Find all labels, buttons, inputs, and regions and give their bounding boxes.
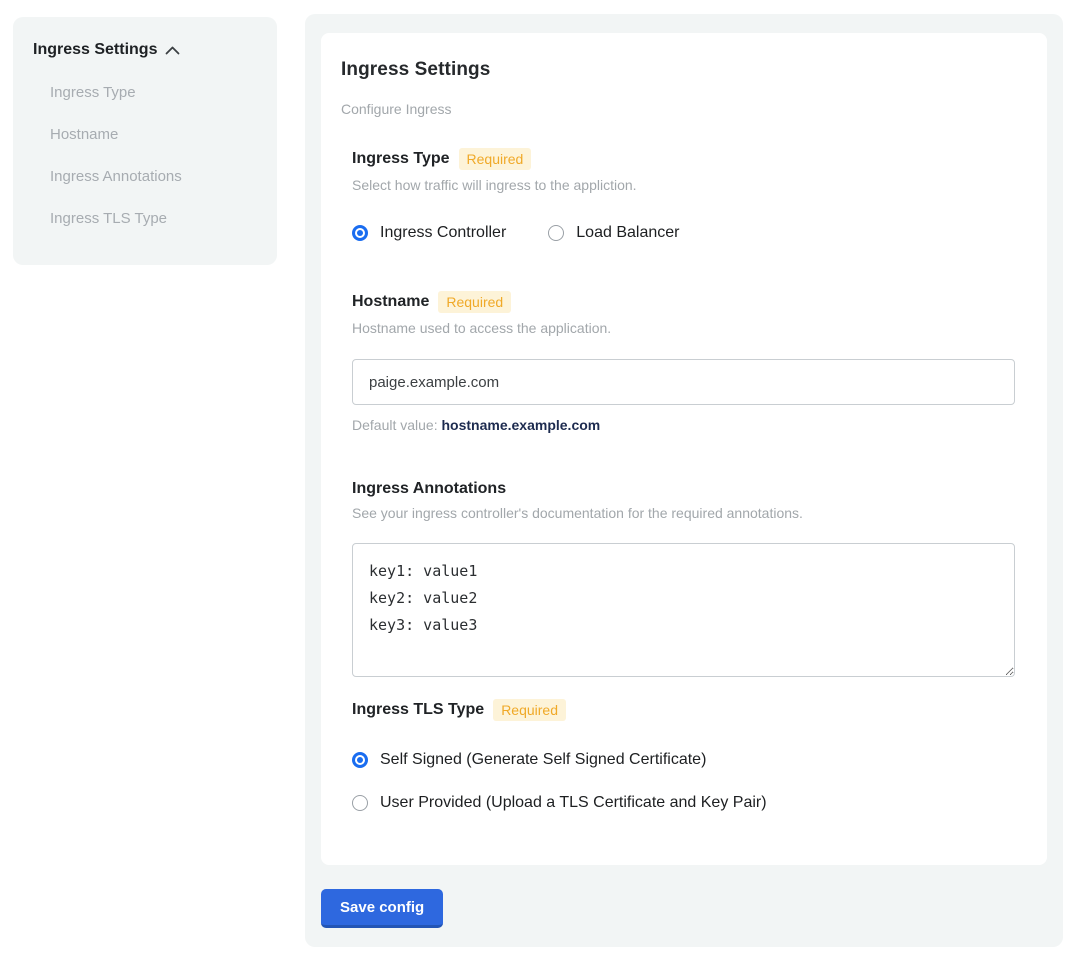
radio-option-user-provided[interactable]: User Provided (Upload a TLS Certificate …: [352, 794, 1015, 812]
settings-sidebar: Ingress Settings Ingress Type Hostname I…: [13, 17, 277, 265]
ingress-settings-card: Ingress Settings Configure Ingress Ingre…: [321, 33, 1047, 865]
radio-label: User Provided (Upload a TLS Certificate …: [380, 794, 767, 812]
section-ingress-type: Ingress Type Required Select how traffic…: [352, 148, 1015, 242]
ingress-type-radio-group: Ingress Controller Load Balancer: [352, 224, 1015, 242]
chevron-up-icon: [165, 46, 180, 55]
required-badge: Required: [459, 148, 532, 170]
hostname-description: Hostname used to access the application.: [352, 320, 1015, 336]
ingress-type-label: Ingress Type: [352, 150, 450, 168]
ingress-tls-type-radio-group: Self Signed (Generate Self Signed Certif…: [352, 751, 1015, 812]
default-value-text: hostname.example.com: [442, 417, 601, 433]
default-value-prefix: Default value:: [352, 417, 442, 433]
save-config-button[interactable]: Save config: [321, 889, 443, 928]
radio-label: Ingress Controller: [380, 224, 506, 242]
sidebar-item-ingress-annotations[interactable]: Ingress Annotations: [50, 168, 257, 185]
radio-selected-icon[interactable]: [352, 752, 368, 768]
radio-option-self-signed[interactable]: Self Signed (Generate Self Signed Certif…: [352, 751, 1015, 769]
sidebar-item-ingress-type[interactable]: Ingress Type: [50, 84, 257, 101]
ingress-annotations-label: Ingress Annotations: [352, 480, 506, 498]
section-ingress-tls-type: Ingress TLS Type Required Self Signed (G…: [352, 699, 1015, 812]
sidebar-item-hostname[interactable]: Hostname: [50, 126, 257, 143]
ingress-type-description: Select how traffic will ingress to the a…: [352, 177, 1015, 193]
ingress-tls-type-label: Ingress TLS Type: [352, 701, 484, 719]
hostname-input[interactable]: [352, 359, 1015, 405]
ingress-annotations-description: See your ingress controller's documentat…: [352, 505, 1015, 521]
radio-selected-icon[interactable]: [352, 225, 368, 241]
sidebar-section-header-ingress-settings[interactable]: Ingress Settings: [33, 41, 257, 59]
hostname-default-note: Default value: hostname.example.com: [352, 417, 1015, 433]
sidebar-item-ingress-tls-type[interactable]: Ingress TLS Type: [50, 210, 257, 227]
form-sections: Ingress Type Required Select how traffic…: [352, 148, 1015, 812]
radio-label: Self Signed (Generate Self Signed Certif…: [380, 751, 706, 769]
section-hostname: Hostname Required Hostname used to acces…: [352, 291, 1015, 433]
radio-option-ingress-controller[interactable]: Ingress Controller: [352, 224, 506, 242]
ingress-annotations-textarea[interactable]: key1: value1 key2: value2 key3: value3: [352, 543, 1015, 677]
sidebar-item-list: Ingress Type Hostname Ingress Annotation…: [33, 84, 257, 227]
section-ingress-annotations: Ingress Annotations See your ingress con…: [352, 480, 1015, 677]
settings-panel: Ingress Settings Configure Ingress Ingre…: [305, 14, 1063, 947]
required-badge: Required: [493, 699, 566, 721]
radio-unselected-icon[interactable]: [352, 795, 368, 811]
radio-unselected-icon[interactable]: [548, 225, 564, 241]
page-title: Ingress Settings: [341, 59, 1027, 81]
radio-label: Load Balancer: [576, 224, 679, 242]
hostname-label: Hostname: [352, 293, 429, 311]
radio-option-load-balancer[interactable]: Load Balancer: [548, 224, 679, 242]
sidebar-section-title: Ingress Settings: [33, 41, 157, 59]
page-subtitle: Configure Ingress: [341, 101, 1027, 117]
required-badge: Required: [438, 291, 511, 313]
